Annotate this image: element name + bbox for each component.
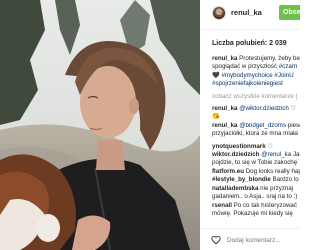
comment-row: flatform.eu Dog looks really hap: [212, 168, 300, 176]
photo-illustration: [0, 0, 200, 250]
add-comment-input[interactable]: [227, 235, 297, 245]
comment-row: renul_ka Protestujemy, żeby be: [212, 55, 300, 63]
comment-row: 😘: [212, 113, 300, 121]
hashtag-link[interactable]: @wiktor.dziedzich: [239, 105, 289, 112]
comment-text: Dog looks really hap: [243, 167, 300, 175]
comment-text: Bardzo lo: [270, 176, 299, 184]
comment-text: ♡: [265, 142, 273, 150]
comments-list: renul_ka Protestujemy, żeby be spoglądać …: [212, 55, 300, 225]
comment-row: natalladembska nie przyznaj: [212, 185, 300, 193]
comment-username[interactable]: renul_ka: [212, 105, 237, 112]
view-all-comments-link[interactable]: zobacz wszystkie komentarze (: [212, 93, 298, 100]
hashtag-link[interactable]: #czarn: [279, 63, 298, 70]
comment-username[interactable]: rsenall: [212, 202, 232, 209]
comment-row: #lestyle_by_blondie Bardzo lo: [212, 176, 300, 184]
likes-count[interactable]: Liczba polubień: 2 039: [212, 40, 287, 47]
comment-text: mówię. Pokazuje mi kiedy się: [212, 209, 293, 217]
comment-text: Protestujemy, żeby be: [237, 55, 300, 62]
comment-row: zobacz wszystkie komentarze (: [212, 93, 300, 101]
comment-row: gadaniem.. o Asja.. sraj na to :): [212, 193, 300, 201]
comment-text: ♡: [288, 105, 297, 113]
avatar[interactable]: [212, 6, 226, 20]
comment-username[interactable]: natalladembska: [212, 185, 258, 192]
hashtag-link[interactable]: #spojrzeniefajkoieniegiest: [212, 80, 283, 87]
comment-row: #spojrzeniefajkoieniegiest: [212, 80, 300, 88]
username-link[interactable]: renul_ka: [231, 8, 262, 17]
post-photo[interactable]: [0, 0, 200, 250]
comment-text: spoglądać w przyszłość: [212, 63, 279, 71]
comment-text: 😘: [212, 113, 220, 121]
comment-text: Po co tak histeryzować: [231, 201, 297, 209]
comment-row: wiktor.dziedzich @renul_ka Jak: [212, 151, 300, 159]
comment-text: pojdzie, to się w Tobie zakochę: [212, 159, 298, 167]
comment-username[interactable]: wiktor.dziedzich: [212, 151, 259, 158]
comment-username[interactable]: ynotquestionmark: [212, 143, 266, 150]
comment-username[interactable]: renul_ka: [212, 122, 237, 129]
comment-text: Jak: [292, 151, 300, 159]
hashtag-link[interactable]: @renul_ka: [261, 151, 291, 158]
comment-row: 🖤 #mybodymychoice #JoinU: [212, 72, 300, 80]
hashtag-link[interactable]: #mybodymychoice: [221, 72, 272, 79]
comment-row: ynotquestionmark ♡: [212, 143, 300, 151]
comment-row: renul_ka @bridget_dzoms piese: [212, 122, 300, 130]
comment-row: rsenall Po co tak histeryzować: [212, 202, 300, 210]
hashtag-link[interactable]: @bridget_dzoms: [239, 122, 286, 129]
comment-username[interactable]: #lestyle_by_blondie: [212, 176, 271, 183]
comment-row: przyjaciołki, ktora ze mna miała 😊: [212, 130, 300, 138]
comment-row: renul_ka @wiktor.dziedzich ♡: [212, 105, 300, 113]
comment-text: piese: [287, 121, 300, 129]
heart-icon[interactable]: [211, 235, 221, 245]
comment-text: nie przyznaj: [258, 184, 294, 192]
comment-username[interactable]: flatform.eu: [212, 168, 244, 175]
follow-button[interactable]: Obserwuj: [279, 5, 300, 20]
comment-username[interactable]: renul_ka: [212, 55, 237, 62]
comment-row: pojdzie, to się w Tobie zakochę: [212, 159, 300, 167]
comment-row: spoglądać w przyszłość #czarn: [212, 63, 300, 71]
post-header: renul_ka Obserwuj: [200, 0, 300, 30]
hashtag-link[interactable]: #JoinU: [274, 72, 293, 79]
comment-text: gadaniem.. o Asja.. sraj na to :): [212, 193, 298, 201]
comment-text: przyjaciołki, ktora ze mna miała 😊: [212, 130, 300, 138]
comment-bar: [200, 228, 300, 250]
post-details-panel: renul_ka Obserwuj Liczba polubień: 2 039…: [200, 0, 300, 250]
comment-row: mówię. Pokazuje mi kiedy się: [212, 210, 300, 218]
